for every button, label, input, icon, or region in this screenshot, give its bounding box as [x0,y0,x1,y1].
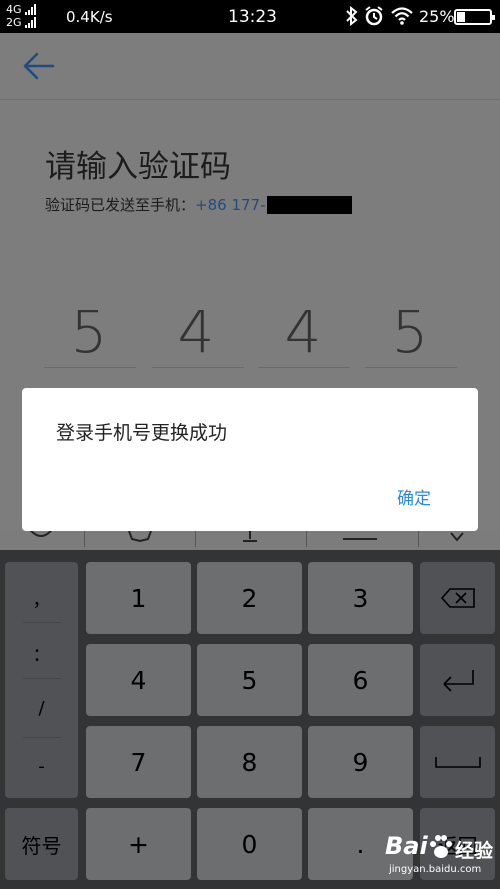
sent-to-phone-text: 验证码已发送至手机：+86 177- [45,194,353,215]
symbol-key-dash[interactable]: - [5,756,78,777]
wifi-icon [391,7,413,25]
divider [23,737,61,738]
backspace-icon [440,588,475,608]
key-plus[interactable]: + [86,808,191,880]
keyboard-toolbar [0,527,500,550]
page-title: 请输入验证码 [45,149,231,185]
back-arrow-icon[interactable] [22,51,56,81]
signal-icon [24,17,36,28]
watermark-url: jingyan.baidu.com [389,864,482,875]
key-5[interactable]: 5 [197,644,302,716]
enter-icon [442,670,474,692]
code-underline [365,367,457,368]
code-underline [152,367,244,368]
code-underline [44,367,136,368]
status-bar: 4G 2G 0.4K/s 13:23 25% [0,0,500,33]
battery-percent: 25% [419,7,455,26]
space-icon [434,757,481,768]
network-type-bottom: 2G [6,16,22,29]
hide-keyboard-icon[interactable] [449,531,465,543]
paw-logo-icon [430,835,452,858]
keyboard-switch-icon[interactable] [342,533,378,541]
key-3[interactable]: 3 [308,562,413,634]
dialog-message: 登录手机号更换成功 [56,422,228,444]
symbol-key-comma[interactable]: ， [5,586,78,612]
symbol-key-slash[interactable]: / [5,698,78,719]
code-digit[interactable]: 4 [270,298,336,366]
key-2[interactable]: 2 [197,562,302,634]
backspace-key[interactable] [420,562,495,634]
key-8[interactable]: 8 [197,726,302,798]
success-dialog: 登录手机号更换成功 确定 [22,388,478,531]
code-digit[interactable]: 5 [377,298,443,366]
enter-key[interactable] [420,644,495,716]
microphone-icon[interactable] [240,531,260,545]
clock: 13:23 [228,7,277,27]
symbol-key-colon[interactable]: ： [5,641,78,667]
signal-icon [24,4,36,15]
network-type-top: 4G [6,3,22,16]
network-speed: 0.4K/s [66,8,113,26]
confirm-button[interactable]: 确定 [397,484,431,509]
key-4[interactable]: 4 [86,644,191,716]
key-7[interactable]: 7 [86,726,191,798]
symbol-column: ， ： / - [5,562,78,798]
space-key[interactable] [420,726,495,798]
divider [23,678,61,679]
phone-number: +86 177- [195,196,266,214]
watermark-brand: Bai [385,832,428,860]
watermark-brand-cn: 经验 [455,840,494,862]
network-indicator: 4G 2G [6,3,36,29]
code-digit[interactable]: 5 [56,298,122,366]
key-1[interactable]: 1 [86,562,191,634]
key-6[interactable]: 6 [308,644,413,716]
code-underline [258,367,350,368]
redacted-phone-block [267,196,353,214]
sent-label: 验证码已发送至手机： [45,196,196,214]
divider [23,622,61,623]
baidu-watermark: Bai 经验 jingyan.baidu.com [383,832,495,882]
symbol-switch-key[interactable]: 符号 [5,808,78,880]
bluetooth-icon [346,6,358,26]
header-divider [0,99,500,100]
battery-icon [454,9,495,25]
settings-icon[interactable] [127,531,153,543]
key-0[interactable]: 0 [197,808,302,880]
code-digit[interactable]: 4 [163,298,229,366]
alarm-icon [365,6,383,26]
key-9[interactable]: 9 [308,726,413,798]
